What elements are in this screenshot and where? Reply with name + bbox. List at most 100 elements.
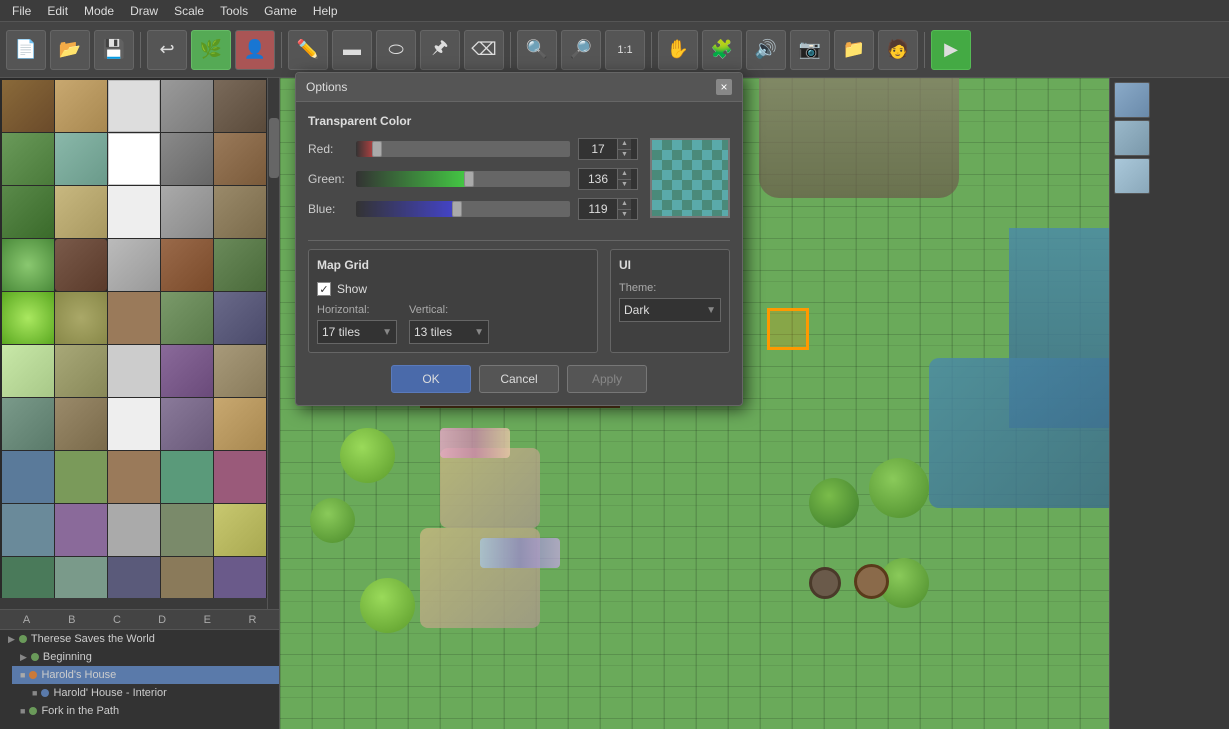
tile-cell[interactable] bbox=[108, 345, 160, 397]
tile-cell[interactable] bbox=[55, 345, 107, 397]
tile-cell[interactable] bbox=[55, 133, 107, 185]
horizontal-select[interactable]: 17 tiles ▼ bbox=[317, 320, 397, 344]
play-button[interactable]: ▶ bbox=[931, 30, 971, 70]
tile-cell[interactable] bbox=[161, 398, 213, 450]
open-button[interactable]: 📂 bbox=[50, 30, 90, 70]
tile-cell[interactable] bbox=[214, 557, 266, 598]
tile-cell[interactable] bbox=[214, 451, 266, 503]
tileset-scrollbar[interactable] bbox=[267, 78, 279, 609]
zoom-out-button[interactable]: 🔎 bbox=[561, 30, 601, 70]
tile-cell[interactable] bbox=[214, 398, 266, 450]
screenshot-button[interactable]: 📷 bbox=[790, 30, 830, 70]
menu-game[interactable]: Game bbox=[256, 2, 305, 20]
tile-cell[interactable] bbox=[55, 557, 107, 598]
tile-cell[interactable] bbox=[55, 504, 107, 556]
tile-cell[interactable] bbox=[55, 239, 107, 291]
tile-cell[interactable] bbox=[2, 186, 54, 238]
vertical-select[interactable]: 13 tiles ▼ bbox=[409, 320, 489, 344]
red-input[interactable] bbox=[579, 139, 617, 159]
tile-cell[interactable] bbox=[2, 133, 54, 185]
player-button[interactable]: 👤 bbox=[235, 30, 275, 70]
tile-cell[interactable] bbox=[55, 292, 107, 344]
tree-item-harolds-house[interactable]: ■ Harold's House bbox=[12, 666, 279, 684]
new-button[interactable]: 📄 bbox=[6, 30, 46, 70]
zoom-in-button[interactable]: 🔍 bbox=[517, 30, 557, 70]
tile-cell[interactable] bbox=[161, 557, 213, 598]
tile-cell[interactable] bbox=[108, 186, 160, 238]
apply-button[interactable]: Apply bbox=[567, 365, 647, 393]
tile-cell[interactable] bbox=[214, 292, 266, 344]
tile-cell[interactable] bbox=[108, 80, 160, 132]
tile-cell[interactable] bbox=[108, 398, 160, 450]
pencil-button[interactable]: ✏️ bbox=[288, 30, 328, 70]
tile-cell[interactable] bbox=[2, 239, 54, 291]
fill-button[interactable]: ▬ bbox=[332, 30, 372, 70]
tile-cell[interactable] bbox=[161, 451, 213, 503]
menu-file[interactable]: File bbox=[4, 2, 39, 20]
thumb-2[interactable] bbox=[1114, 120, 1150, 156]
green-spin-down[interactable]: ▼ bbox=[617, 180, 631, 190]
save-button[interactable]: 💾 bbox=[94, 30, 134, 70]
tile-cell[interactable] bbox=[214, 345, 266, 397]
tile-cell[interactable] bbox=[108, 451, 160, 503]
tile-cell[interactable] bbox=[2, 345, 54, 397]
tile-cell[interactable] bbox=[2, 557, 54, 598]
tileset-button[interactable]: 🌿 bbox=[191, 30, 231, 70]
tile-cell[interactable] bbox=[2, 451, 54, 503]
menu-edit[interactable]: Edit bbox=[39, 2, 76, 20]
tile-cell[interactable] bbox=[55, 398, 107, 450]
blue-spin-up[interactable]: ▲ bbox=[617, 199, 631, 210]
tree-item-beginning[interactable]: ▶ Beginning bbox=[12, 648, 279, 666]
green-slider[interactable] bbox=[356, 171, 570, 187]
scrollbar-thumb[interactable] bbox=[269, 118, 279, 178]
thumb-1[interactable] bbox=[1114, 82, 1150, 118]
tile-cell[interactable] bbox=[108, 292, 160, 344]
eraser-button[interactable]: ⌫ bbox=[464, 30, 504, 70]
blue-input[interactable] bbox=[579, 199, 617, 219]
blue-thumb[interactable] bbox=[452, 201, 462, 217]
ok-button[interactable]: OK bbox=[391, 365, 471, 393]
green-spin-up[interactable]: ▲ bbox=[617, 169, 631, 180]
tree-item-project[interactable]: ▶ Therese Saves the World bbox=[0, 630, 279, 648]
red-spin-down[interactable]: ▼ bbox=[617, 150, 631, 160]
tile-cell[interactable] bbox=[108, 133, 160, 185]
red-thumb[interactable] bbox=[372, 141, 382, 157]
tile-cell[interactable] bbox=[2, 80, 54, 132]
tile-cell[interactable] bbox=[2, 504, 54, 556]
tile-cell[interactable] bbox=[161, 504, 213, 556]
menu-scale[interactable]: Scale bbox=[166, 2, 212, 20]
thumb-3[interactable] bbox=[1114, 158, 1150, 194]
undo-button[interactable]: ↩ bbox=[147, 30, 187, 70]
green-input[interactable] bbox=[579, 169, 617, 189]
show-checkbox[interactable]: ✓ bbox=[317, 282, 331, 296]
folder2-button[interactable]: 📁 bbox=[834, 30, 874, 70]
tile-cell[interactable] bbox=[108, 504, 160, 556]
tile-cell[interactable] bbox=[161, 133, 213, 185]
tile-cell[interactable] bbox=[55, 186, 107, 238]
tile-cell[interactable] bbox=[161, 239, 213, 291]
pan-button[interactable]: ✋ bbox=[658, 30, 698, 70]
character-button[interactable]: 🧑 bbox=[878, 30, 918, 70]
menu-mode[interactable]: Mode bbox=[76, 2, 122, 20]
zoom-100-button[interactable]: 1:1 bbox=[605, 30, 645, 70]
stamp-button[interactable]: 🖈 bbox=[420, 30, 460, 70]
green-thumb[interactable] bbox=[464, 171, 474, 187]
tile-cell[interactable] bbox=[214, 133, 266, 185]
tile-cell[interactable] bbox=[161, 80, 213, 132]
tile-cell[interactable] bbox=[214, 186, 266, 238]
tile-cell[interactable] bbox=[214, 239, 266, 291]
tile-cell[interactable] bbox=[108, 239, 160, 291]
tree-item-harolds-interior[interactable]: ■ Harold' House - Interior bbox=[24, 684, 279, 702]
ellipse-button[interactable]: ⬭ bbox=[376, 30, 416, 70]
red-slider[interactable] bbox=[356, 141, 570, 157]
puzzle-button[interactable]: 🧩 bbox=[702, 30, 742, 70]
blue-spin-down[interactable]: ▼ bbox=[617, 210, 631, 220]
tree-item-fork[interactable]: ■ Fork in the Path bbox=[12, 702, 279, 720]
tile-cell[interactable] bbox=[214, 80, 266, 132]
tile-cell[interactable] bbox=[108, 557, 160, 598]
tile-cell[interactable] bbox=[2, 398, 54, 450]
tile-cell[interactable] bbox=[214, 504, 266, 556]
cancel-button[interactable]: Cancel bbox=[479, 365, 559, 393]
tile-cell[interactable] bbox=[2, 292, 54, 344]
tile-cell[interactable] bbox=[55, 80, 107, 132]
